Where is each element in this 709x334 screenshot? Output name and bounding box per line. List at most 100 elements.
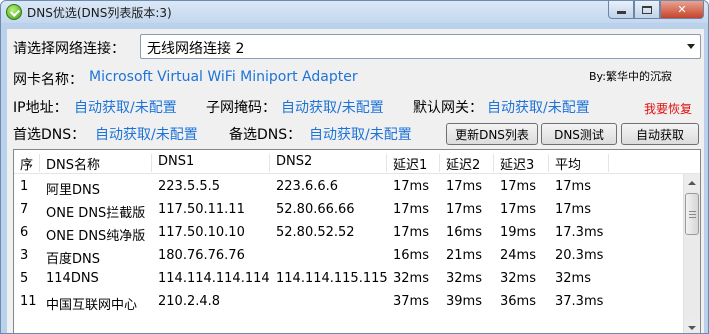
column-header[interactable]: 延迟2 [440,154,494,173]
connection-label: 请选择网络连接： [13,41,125,57]
title-bar[interactable]: DNS优选(DNS列表版本:3) ✕ [1,1,708,23]
table-cell: 223.5.5.5 [158,179,221,194]
table-cell: 17ms [393,225,429,240]
table-cell: 20.3ms [555,248,604,263]
table-cell: 百度DNS [46,252,100,267]
table-cell: 223.6.6.6 [276,179,339,194]
vertical-scrollbar[interactable] [683,174,700,333]
ip-value: 自动获取/未配置 [74,100,177,116]
table-cell: 16ms [393,248,429,263]
column-header[interactable]: DNS名称 [40,154,152,173]
adapter-value: Microsoft Virtual WiFi Miniport Adapter [89,69,358,85]
app-window: DNS优选(DNS列表版本:3) ✕ 请选择网络连接： 无线网络连接 2 网卡名… [0,0,709,334]
table-row[interactable]: 7 ONE DNS拦截版 117.50.11.11 52.80.66.66 17ms 17… [14,199,684,222]
table-cell: 37.3ms [555,294,604,309]
table-cell: 17ms [500,202,536,217]
arrow-up-icon [688,180,696,185]
column-header[interactable]: DNS1 [152,154,270,172]
table-cell: 中国互联网中心 [46,298,138,313]
table-cell: 17ms [555,179,591,194]
table-cell: 32ms [446,271,482,286]
window-title: DNS优选(DNS列表版本:3) [27,6,172,20]
minimize-icon [616,11,626,14]
minimize-button[interactable] [608,1,634,19]
grip-line [689,214,696,215]
scroll-thumb[interactable] [685,193,699,235]
table-cell: 17ms [446,179,482,194]
table-row[interactable]: 11 中国互联网中心 210.2.4.8 37ms 39ms 36ms 37.3ms [14,291,684,314]
caption-buttons: ✕ [608,1,704,19]
main-panel: 请选择网络连接： 无线网络连接 2 网卡名称： Microsoft Virtua… [7,29,704,333]
table-cell: 19ms [500,225,536,240]
update-dns-list-button[interactable]: 更新DNS列表 [446,123,538,145]
table-cell: 180.76.76.76 [158,248,245,263]
table-cell: ONE DNS拦截版 [46,206,146,221]
table-cell: 32ms [500,271,536,286]
scroll-up-button[interactable] [684,174,700,191]
table-cell: 210.2.4.8 [158,294,221,309]
table-cell: 17ms [446,202,482,217]
maximize-icon [642,5,652,14]
table-cell: 17ms [500,179,536,194]
dns-list-table[interactable]: 序 DNS名称 DNS1 DNS2 延迟1 延迟2 延迟3 平均 1 阿里DNS 2… [13,149,701,333]
table-cell: 16ms [446,225,482,240]
column-header[interactable]: 平均 [549,154,609,173]
table-cell: 17ms [393,202,429,217]
table-row[interactable]: 3 百度DNS 180.76.76.76 16ms 21ms 24ms 20.3ms [14,245,684,268]
ip-label: IP地址： [13,100,68,116]
maximize-button[interactable] [634,1,660,19]
dns-test-button[interactable]: DNS测试 [541,123,617,145]
arrow-down-icon [688,325,696,330]
connection-select-value: 无线网络连接 2 [147,41,245,57]
table-header: 序 DNS名称 DNS1 DNS2 延迟1 延迟2 延迟3 平均 [14,150,700,174]
table-cell: 24ms [500,248,536,263]
connection-select[interactable]: 无线网络连接 2 [140,34,701,59]
column-header[interactable]: 延迟3 [494,154,549,173]
table-cell: 3 [20,248,29,263]
gateway-value: 自动获取/未配置 [487,100,590,116]
table-cell: 阿里DNS [46,183,100,198]
table-cell: 36ms [500,294,536,309]
table-cell: 17.3ms [555,225,604,240]
primary-dns-value: 自动获取/未配置 [95,127,198,143]
table-row[interactable]: 1 阿里DNS 223.5.5.5 223.6.6.6 17ms 17ms 17ms 17ms [14,176,684,199]
close-icon: ✕ [677,3,687,16]
table-cell: 52.80.66.66 [276,202,355,217]
subnet-mask-label: 子网掩码： [206,100,276,116]
column-header[interactable]: 延迟1 [387,154,440,173]
grip-line [689,217,696,218]
table-cell: 114.114.115.115 [276,271,388,286]
column-header[interactable]: DNS2 [270,154,387,172]
table-cell: 114DNS [46,271,99,286]
table-cell: 52.80.52.52 [276,225,355,240]
primary-dns-label: 首选DNS： [13,127,86,143]
table-cell: 117.50.10.10 [158,225,245,240]
column-header[interactable]: 序 [14,154,40,173]
auto-get-button[interactable]: 自动获取 [621,123,699,145]
table-cell: 6 [20,225,29,240]
table-cell: 21ms [446,248,482,263]
table-cell: 117.50.11.11 [158,202,245,217]
close-button[interactable]: ✕ [660,1,704,19]
table-cell: 17ms [393,179,429,194]
table-row[interactable]: 5 114DNS 114.114.114.114 114.114.115.115 32m… [14,268,684,291]
table-cell: 17ms [555,202,591,217]
subnet-mask-value: 自动获取/未配置 [281,100,384,116]
table-cell: 114.114.114.114 [158,271,270,286]
table-cell: ONE DNS纯净版 [46,229,146,244]
author-credit: By:繁华中的沉寂 [589,70,672,83]
table-cell: 11 [20,294,37,309]
grip-line [689,211,696,212]
chevron-down-icon [687,44,695,49]
secondary-dns-label: 备选DNS： [229,127,302,143]
gateway-label: 默认网关： [413,100,483,116]
adapter-label: 网卡名称： [13,72,83,88]
scroll-down-button[interactable] [684,319,700,333]
table-cell: 39ms [446,294,482,309]
table-cell: 5 [20,271,29,286]
table-cell: 7 [20,202,29,217]
table-row[interactable]: 6 ONE DNS纯净版 117.50.10.10 52.80.52.52 17ms 16… [14,222,684,245]
table-cell: 37ms [393,294,429,309]
restore-link[interactable]: 我要恢复 [644,100,692,117]
table-cell: 1 [20,179,29,194]
